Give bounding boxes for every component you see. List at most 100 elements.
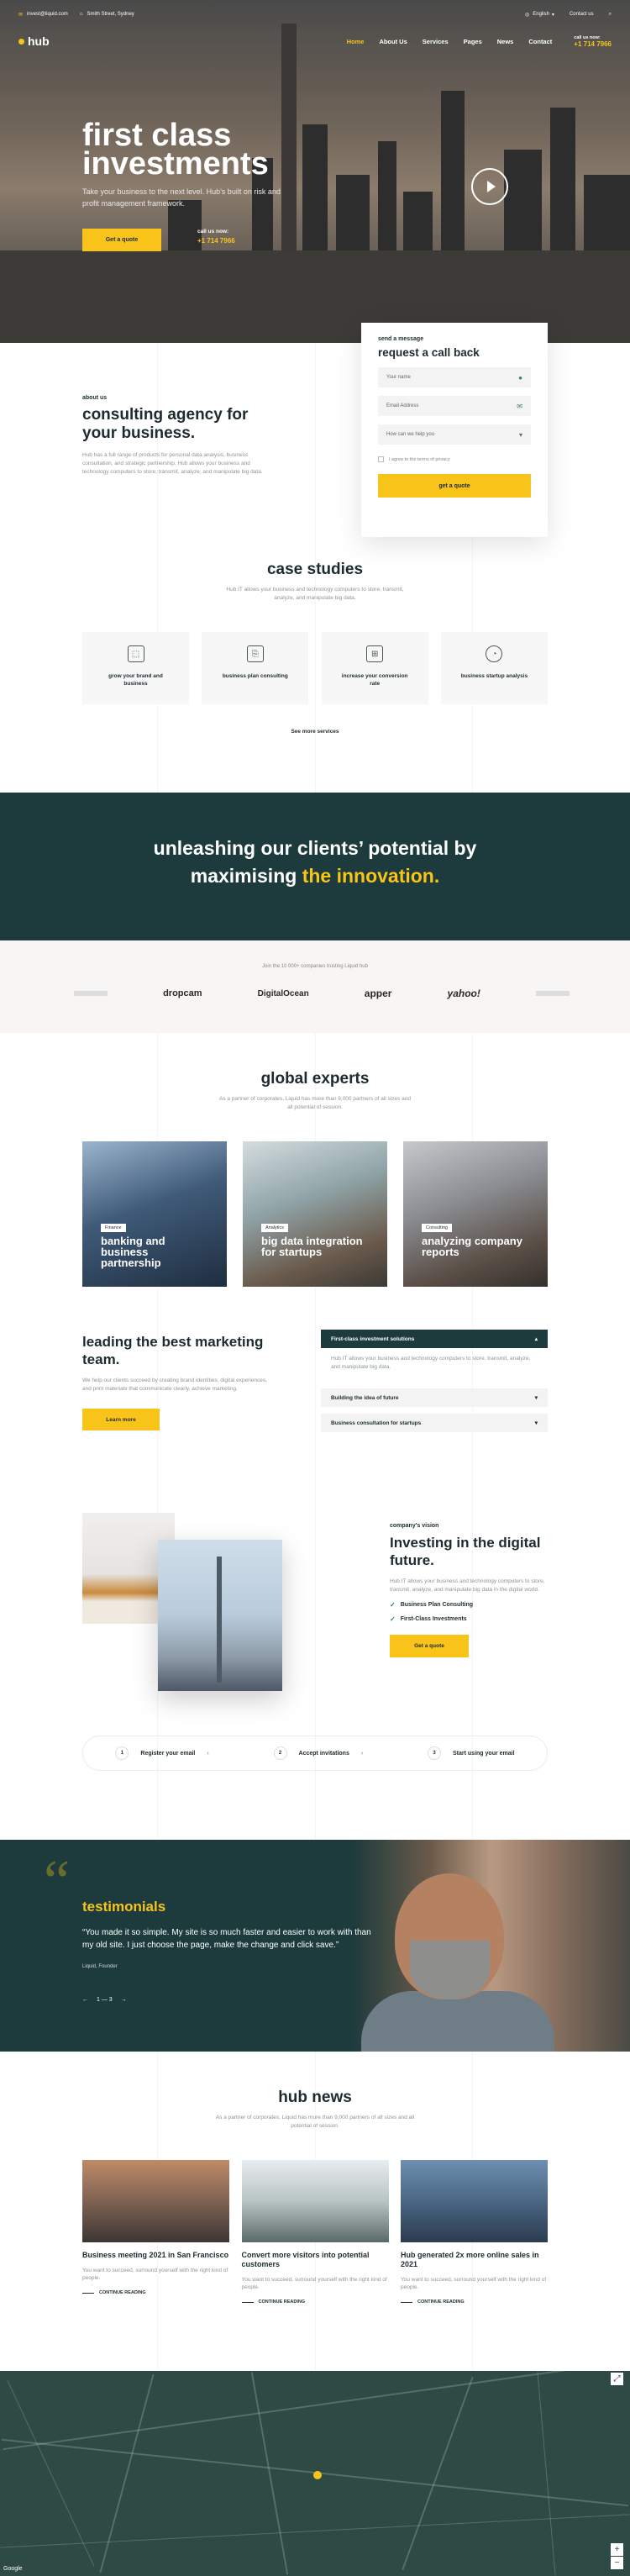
help-select-placeholder: How can we help you <box>386 432 435 437</box>
nav-item-contact[interactable]: Contact <box>528 38 552 45</box>
check-icon: ✓ <box>390 1601 396 1609</box>
person-beard <box>410 1941 490 1999</box>
email-field[interactable]: Email Address ✉ <box>378 396 531 416</box>
nav-item-news[interactable]: News <box>497 38 514 45</box>
vision-quote-button[interactable]: Get a quote <box>390 1635 469 1657</box>
banner-line1: unleashing our clients’ potential by <box>153 837 477 859</box>
step-label: Start using your email <box>453 1750 515 1757</box>
expert-card[interactable]: Consulting analyzing company reports <box>403 1141 548 1287</box>
step-number: 2 <box>273 1746 287 1760</box>
case-card[interactable]: ◔ business startup analysis <box>440 632 548 704</box>
continue-reading-link[interactable]: CONTINUE READING <box>241 2299 389 2305</box>
zoom-in-button[interactable]: + <box>611 2543 623 2556</box>
news-item[interactable]: Business meeting 2021 in San Francisco Y… <box>82 2160 229 2305</box>
map-road <box>3 2371 627 2451</box>
step-item[interactable]: 3 Start using your email <box>428 1746 515 1760</box>
news-title: hub news <box>278 2089 352 2106</box>
zoom-out-button[interactable]: − <box>611 2557 623 2569</box>
experts-title: global experts <box>260 1070 370 1088</box>
arrow-right-icon: › <box>360 1750 364 1757</box>
case-card[interactable]: ⊞ increase your conversion rate <box>321 632 428 704</box>
vision-eyebrow: company's vision <box>390 1523 439 1529</box>
testimonials-title: testimonials <box>82 1899 166 1915</box>
step-number: 1 <box>115 1746 129 1760</box>
email-placeholder: Email Address <box>386 403 419 408</box>
brand-growth-icon: ⬚ <box>127 645 144 662</box>
step-number: 3 <box>428 1746 442 1760</box>
news-list: Business meeting 2021 in San Francisco Y… <box>82 2160 548 2305</box>
case-card-title: increase your conversion rate <box>341 673 408 687</box>
form-submit-button[interactable]: get a quote <box>378 474 531 498</box>
name-placeholder: Your name <box>386 375 411 380</box>
step-item[interactable]: 1 Register your email › <box>115 1746 209 1760</box>
nav-item-about[interactable]: About Us <box>379 38 407 45</box>
search-icon[interactable]: ⌕ <box>609 12 612 18</box>
about-section: about us consulting agency for your busi… <box>82 395 276 477</box>
globe-icon: ◎ <box>524 12 530 18</box>
case-card[interactable]: ⎘ business plan consulting <box>202 632 309 704</box>
news-item[interactable]: Convert more visitors into potential cus… <box>241 2160 389 2305</box>
step-label: Register your email <box>140 1750 196 1757</box>
terms-checkbox[interactable]: I agree to the terms of privacy <box>378 456 531 462</box>
chevron-down-icon: ▾ <box>534 1395 538 1401</box>
accordion-title: Business consultation for startups <box>331 1420 422 1426</box>
help-select[interactable]: How can we help you ▾ <box>378 424 531 445</box>
nav-item-pages[interactable]: Pages <box>464 38 482 45</box>
quote-mark-icon: “ <box>44 1849 71 1914</box>
nav-items: Home About Us Services Pages News Contac… <box>347 35 612 48</box>
map-road <box>250 2372 289 2575</box>
map-credit: Google <box>3 2566 23 2572</box>
topbar-email[interactable]: invest@liquid.com <box>27 12 68 17</box>
continue-reading-link[interactable]: CONTINUE READING <box>82 2290 229 2295</box>
location-icon: ⌂ <box>79 12 83 17</box>
expert-cards: Finance banking and business partnership… <box>82 1141 548 1287</box>
language-selector[interactable]: English <box>533 12 549 17</box>
news-item-title[interactable]: Business meeting 2021 in San Francisco <box>82 2251 229 2260</box>
line-icon <box>241 2301 254 2303</box>
news-item-title[interactable]: Convert more visitors into potential cus… <box>242 2251 389 2269</box>
hero-title-line1: first class <box>82 118 232 153</box>
nav-item-home[interactable]: Home <box>347 38 365 45</box>
expert-card[interactable]: Finance banking and business partnership <box>82 1141 227 1287</box>
contact-link[interactable]: Contact us <box>570 12 594 17</box>
accordion-item[interactable]: Business consultation for startups ▾ <box>321 1414 548 1432</box>
logo-digitalocean: DigitalOcean <box>257 988 309 998</box>
accordion-item-open[interactable]: First-class investment solutions ▴ <box>321 1330 548 1348</box>
fullscreen-icon[interactable]: ⤢ <box>611 2373 623 2385</box>
step-item[interactable]: 2 Accept invitations › <box>273 1746 364 1760</box>
hero-call-number[interactable]: +1 714 7966 <box>197 237 235 245</box>
map-pin-icon[interactable] <box>313 2471 322 2479</box>
news-item-title[interactable]: Hub generated 2x more online sales in 20… <box>401 2251 548 2269</box>
see-more-services-link[interactable]: See more services <box>0 729 630 735</box>
expert-title: big data integration for startups <box>261 1235 363 1258</box>
vision-title: Investing in the digital future. <box>390 1535 541 1568</box>
hero-title: first class investments <box>82 118 334 180</box>
experts-header: global experts As a partner of corporate… <box>0 1070 630 1112</box>
case-card[interactable]: ⬚ grow your brand and business <box>82 632 189 704</box>
topbar-address: Smith Street, Sydney <box>87 12 134 17</box>
testimonial-author: Liquid, Founder <box>82 1964 118 1969</box>
accordion-title: First-class investment solutions <box>331 1335 415 1342</box>
faded-logo <box>535 991 570 996</box>
testimonial-quote: “You made it so simple. My site is so mu… <box>82 1928 371 1950</box>
name-field[interactable]: Your name ● <box>378 367 531 387</box>
arrow-right-icon[interactable]: → <box>121 1997 127 2003</box>
continue-reading-link[interactable]: CONTINUE READING <box>401 2299 548 2305</box>
nav-item-services[interactable]: Services <box>423 38 449 45</box>
arrow-left-icon[interactable]: ← <box>82 1997 88 2003</box>
logo[interactable]: hub <box>18 34 50 48</box>
expert-tag: Consulting <box>422 1224 452 1232</box>
arrow-right-icon: › <box>207 1750 209 1757</box>
news-item[interactable]: Hub generated 2x more online sales in 20… <box>401 2160 548 2305</box>
accordion-item[interactable]: Building the idea of future ▾ <box>321 1388 548 1407</box>
user-icon: ● <box>518 373 522 382</box>
banner-highlight: the innovation. <box>302 865 440 887</box>
play-video-button[interactable] <box>471 168 508 205</box>
expert-tag: Analytics <box>261 1224 289 1232</box>
nav-phone[interactable]: call us now: +1 714 7966 <box>574 35 612 48</box>
business-plan-icon: ⎘ <box>246 645 264 662</box>
learn-more-button[interactable]: Learn more <box>82 1409 160 1430</box>
expert-card[interactable]: Analytics big data integration for start… <box>243 1141 387 1287</box>
get-quote-button[interactable]: Get a quote <box>82 229 161 251</box>
vision-check-label: First-Class Investments <box>400 1616 467 1622</box>
